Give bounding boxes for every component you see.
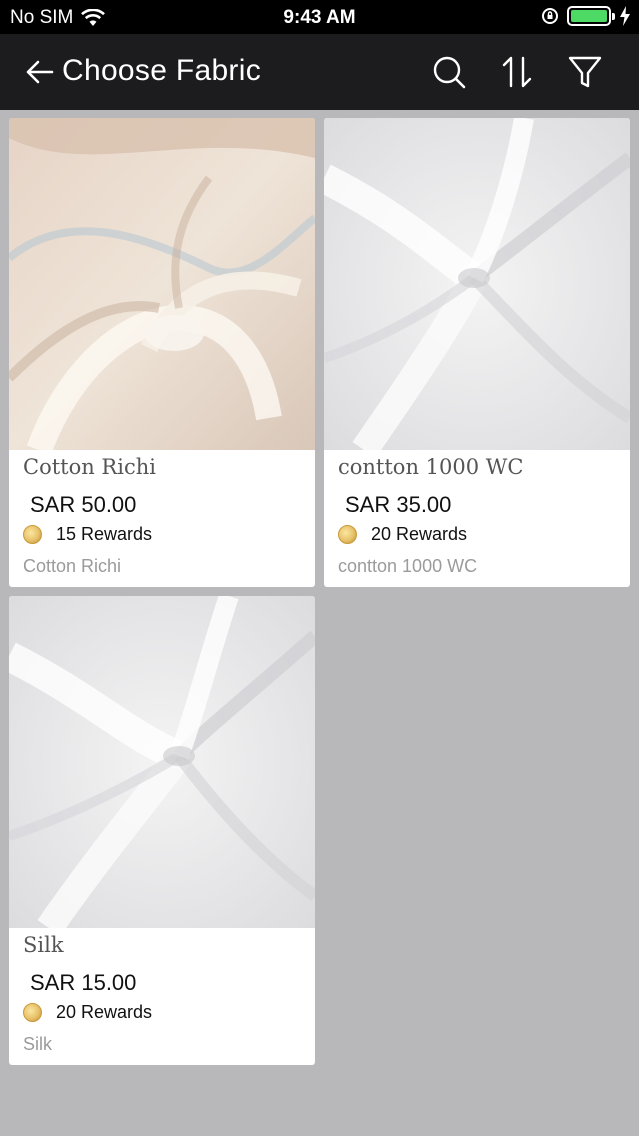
product-image[interactable] [9,118,315,450]
rewards-label: 20 Rewards [56,1002,153,1022]
product-name: Cotton Richi [23,455,156,479]
product-name: Silk [23,933,64,957]
product-price: SAR 35.00 [345,492,452,517]
product-name: contton 1000 WC [338,455,524,479]
coin-icon [23,525,42,544]
orientation-lock-icon [542,8,558,24]
battery-icon [567,6,615,26]
product-card[interactable]: contton 1000 WC SAR 35.00 20 Rewards con… [324,118,630,587]
search-icon[interactable] [431,54,467,90]
back-arrow-icon[interactable] [24,56,56,88]
rewards-label: 15 Rewards [56,524,153,544]
product-rewards: 15 Rewards [23,524,152,545]
product-subtitle: contton 1000 WC [338,556,478,576]
product-subtitle: Cotton Richi [23,556,122,576]
coin-icon [338,525,357,544]
product-card[interactable]: Silk SAR 15.00 20 Rewards Silk [9,596,315,1065]
product-rewards: 20 Rewards [23,1002,152,1023]
product-image[interactable] [324,118,630,450]
product-card[interactable]: Cotton Richi SAR 50.00 15 Rewards Cotton… [9,118,315,587]
product-price: SAR 50.00 [30,492,137,517]
product-rewards: 20 Rewards [338,524,467,545]
sort-icon[interactable] [499,54,535,90]
rewards-label: 20 Rewards [371,524,468,544]
product-subtitle: Silk [23,1034,53,1054]
page-title: Choose Fabric [62,54,261,87]
product-image[interactable] [9,596,315,928]
product-price: SAR 15.00 [30,970,137,995]
charging-icon [620,6,630,26]
status-bar: No SIM 9:43 AM [0,0,639,34]
coin-icon [23,1003,42,1022]
status-right [541,6,631,26]
nav-bar: Choose Fabric [0,34,639,110]
filter-icon[interactable] [567,54,603,90]
